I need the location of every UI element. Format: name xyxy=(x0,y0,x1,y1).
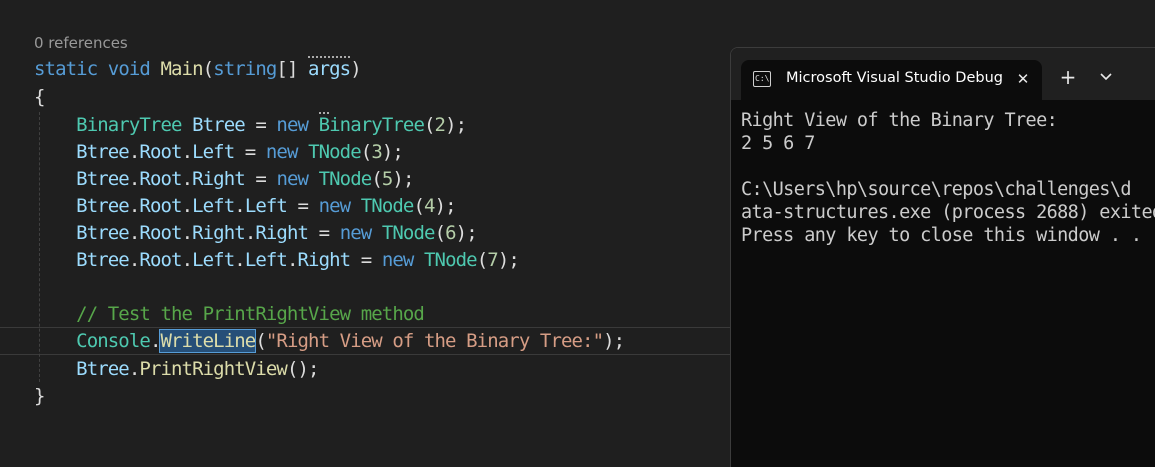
property-name: Left xyxy=(192,249,235,271)
variable-name: Btree xyxy=(76,141,130,163)
variable-name: Btree xyxy=(192,114,246,136)
punctuation: [] xyxy=(276,58,309,80)
keyword: new xyxy=(318,195,352,217)
keyword: string xyxy=(213,58,277,80)
property-name: Root xyxy=(139,168,182,190)
chevron-down-icon[interactable] xyxy=(1096,65,1116,89)
type-name: TNode xyxy=(424,249,478,271)
terminal-output-line: Right View of the Binary Tree: xyxy=(741,110,1058,131)
terminal-tab-bar: C:\ Microsoft Visual Studio Debug Consol… xyxy=(731,48,1155,100)
type-name: B xyxy=(318,112,330,136)
keyword: new xyxy=(339,222,373,244)
comment: // Test the PrintRightView method xyxy=(76,303,425,325)
codelens-references[interactable]: 0 references xyxy=(34,34,128,52)
tab-title: Microsoft Visual Studio Debug Console xyxy=(786,70,1002,86)
number-literal: 3 xyxy=(371,141,382,163)
number-literal: 7 xyxy=(487,249,498,271)
variable-name: Btree xyxy=(76,249,130,271)
code-line-comment[interactable]: // Test the PrintRightView method xyxy=(34,301,425,328)
console-icon: C:\ xyxy=(753,71,771,87)
number-literal: 4 xyxy=(424,195,435,217)
type-name: TNode xyxy=(318,168,373,190)
keyword: new xyxy=(276,168,309,190)
code-line-8[interactable]: Btree.PrintRightView(); xyxy=(34,356,319,383)
code-line-1[interactable]: BinaryTree Btree = new BinaryTree(2); xyxy=(34,112,467,139)
selected-method-name[interactable]: WriteLine xyxy=(159,329,257,353)
type-name: BinaryTree xyxy=(76,114,182,136)
code-line-open-brace[interactable]: { xyxy=(34,84,45,111)
code-line-4[interactable]: Btree.Root.Left.Left = new TNode(4); xyxy=(34,193,456,220)
property-name: Right xyxy=(255,222,309,244)
method-name: PrintRightView xyxy=(139,358,287,380)
code-line-close-brace[interactable]: } xyxy=(34,383,45,410)
keyword: new xyxy=(276,114,309,136)
terminal-output-line: C:\Users\hp\source\repos\challenges\d xyxy=(741,179,1132,200)
type-name: inaryTree xyxy=(329,114,425,136)
property-name: Left xyxy=(192,141,235,163)
property-name: Right xyxy=(192,168,246,190)
keyword: new xyxy=(381,249,415,271)
terminal-output-line: Press any key to close this window . . . xyxy=(741,225,1155,246)
property-name: Root xyxy=(139,141,182,163)
number-literal: 5 xyxy=(381,168,393,190)
debug-console-window[interactable]: C:\ Microsoft Visual Studio Debug Consol… xyxy=(730,47,1155,467)
variable-name: Btree xyxy=(76,222,130,244)
type-name: TNode xyxy=(360,195,415,217)
code-line-7[interactable]: Console.WriteLine("Right View of the Bin… xyxy=(34,328,625,355)
parameter-name: args xyxy=(308,56,351,80)
variable-name: Btree xyxy=(76,358,130,380)
variable-name: Btree xyxy=(76,168,130,190)
property-name: Root xyxy=(139,195,182,217)
close-icon[interactable]: ✕ xyxy=(1012,68,1034,90)
code-line-3[interactable]: Btree.Root.Right = new TNode(5); xyxy=(34,166,414,193)
property-name: Right xyxy=(297,249,352,271)
terminal-tab[interactable]: C:\ Microsoft Visual Studio Debug Consol… xyxy=(741,60,1042,100)
type-name: TNode xyxy=(381,222,436,244)
keyword: void xyxy=(107,58,151,80)
property-name: Right xyxy=(192,222,246,244)
variable-name: Btree xyxy=(76,195,130,217)
code-line-5[interactable]: Btree.Root.Right.Right = new TNode(6); xyxy=(34,220,477,247)
property-name: Root xyxy=(139,222,182,244)
number-literal: 6 xyxy=(445,222,456,244)
code-line-2[interactable]: Btree.Root.Left = new TNode(3); xyxy=(34,139,404,166)
plus-icon[interactable]: + xyxy=(1056,65,1080,89)
keyword: static xyxy=(34,58,98,80)
method-name: Main xyxy=(160,58,203,80)
terminal-output-line: ata-structures.exe (process 2688) exited xyxy=(741,202,1155,223)
string-literal: "Right View of the Binary Tree:" xyxy=(265,330,604,352)
operator: = xyxy=(244,114,277,136)
code-line-signature[interactable]: static void Main(string[] args) xyxy=(34,56,362,83)
property-name: Left xyxy=(192,195,235,217)
property-name: Root xyxy=(139,249,182,271)
type-name: TNode xyxy=(308,141,362,163)
keyword: new xyxy=(265,141,299,163)
terminal-output-line: 2 5 6 7 xyxy=(741,133,815,154)
code-line-6[interactable]: Btree.Root.Left.Left.Right = new TNode(7… xyxy=(34,247,520,274)
type-name: Console xyxy=(76,330,151,352)
property-name: Left xyxy=(244,195,288,217)
number-literal: 2 xyxy=(434,114,446,136)
property-name: Left xyxy=(244,249,288,271)
